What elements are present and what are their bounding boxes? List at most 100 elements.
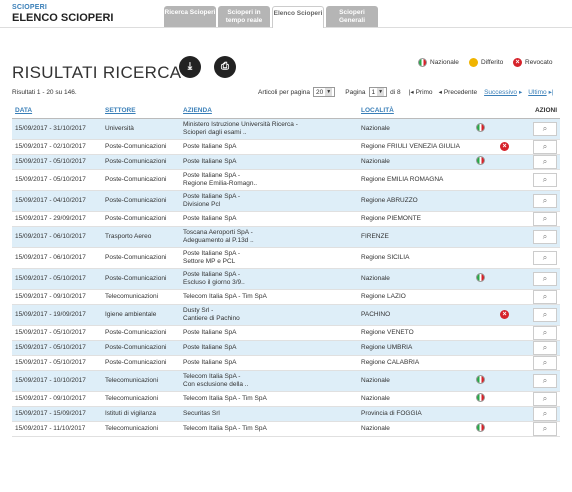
table-row: 15/09/2017 - 15/09/2017 Istituti di vigil… <box>12 406 560 422</box>
cell-data: 15/09/2017 - 11/10/2017 <box>12 421 102 437</box>
column-header-localita[interactable]: LOCALITÀ <box>358 104 470 119</box>
magnifier-icon[interactable]: ⌕ <box>533 406 557 421</box>
magnifier-icon[interactable]: ⌕ <box>533 289 557 304</box>
cell-azioni: ⌕ <box>518 391 560 407</box>
next-icon: ▸ <box>518 89 523 96</box>
export-icon[interactable]: ⤓ <box>179 56 201 78</box>
first-link[interactable]: Primo <box>416 89 433 96</box>
cell-azienda: Poste Italiane SpA - Regione Emilia-Roma… <box>180 169 358 191</box>
cell-flag <box>470 211 494 227</box>
cell-status <box>494 118 518 140</box>
magnifier-icon[interactable]: ⌕ <box>533 373 557 388</box>
cell-status <box>494 406 518 422</box>
cell-azienda: Poste Italiane SpA <box>180 154 358 170</box>
tab-ricerca-scioperi[interactable]: Ricerca Scioperi <box>164 6 216 27</box>
cell-azioni: ⌕ <box>518 118 560 140</box>
cell-settore: Poste-Comunicazioni <box>102 169 180 191</box>
magnifier-icon[interactable]: ⌕ <box>533 340 557 355</box>
cell-localita: PACHINO <box>358 304 470 326</box>
per-page-label: Articoli per pagina <box>258 88 311 96</box>
cell-azienda: Poste Italiane SpA - Divisione Pcl <box>180 190 358 212</box>
last-link[interactable]: Ultimo <box>528 89 546 96</box>
tab-bar: Ricerca Scioperi Scioperi in tempo reale… <box>164 6 378 28</box>
magnifier-icon[interactable]: ⌕ <box>533 121 557 136</box>
tab-scioperi-generali[interactable]: Scioperi Generali <box>326 6 378 27</box>
cell-data: 15/09/2017 - 09/10/2017 <box>12 289 102 305</box>
cell-azienda: Poste Italiane SpA - Escluso il giorno 3… <box>180 268 358 290</box>
cell-status <box>494 355 518 371</box>
cell-flag <box>470 289 494 305</box>
chevron-down-icon: ▼ <box>325 88 333 96</box>
cell-azienda: Ministero Istruzione Università Ricerca … <box>180 118 358 140</box>
next-link[interactable]: Successivo <box>484 89 517 96</box>
cell-localita: Regione CALABRIA <box>358 355 470 371</box>
cell-azioni: ⌕ <box>518 406 560 422</box>
cell-flag <box>470 340 494 356</box>
magnifier-icon[interactable]: ⌕ <box>533 271 557 286</box>
magnifier-icon[interactable]: ⌕ <box>533 172 557 187</box>
legend-differito: Differito <box>469 58 503 67</box>
column-header-settore[interactable]: SETTORE <box>102 104 180 119</box>
print-icon[interactable]: ⎙ <box>214 56 236 78</box>
cell-flag <box>470 370 494 392</box>
cell-flag <box>470 304 494 326</box>
cell-data: 15/09/2017 - 10/10/2017 <box>12 370 102 392</box>
magnifier-icon[interactable]: ⌕ <box>533 355 557 370</box>
cell-localita: Nazionale <box>358 421 470 437</box>
cell-data: 15/09/2017 - 19/09/2017 <box>12 304 102 326</box>
cell-azioni: ⌕ <box>518 226 560 248</box>
cell-flag <box>470 118 494 140</box>
cell-azienda: Securitas Srl <box>180 406 358 422</box>
magnifier-icon[interactable]: ⌕ <box>533 229 557 244</box>
cell-data: 15/09/2017 - 04/10/2017 <box>12 190 102 212</box>
magnifier-icon[interactable]: ⌕ <box>533 307 557 322</box>
cell-settore: Telecomunicazioni <box>102 421 180 437</box>
cell-azienda: Poste Italiane SpA <box>180 355 358 371</box>
page-label: Pagina <box>345 88 366 96</box>
magnifier-icon[interactable]: ⌕ <box>533 193 557 208</box>
cell-flag <box>470 406 494 422</box>
tab-elenco-scioperi[interactable]: Elenco Scioperi <box>272 6 324 28</box>
flag-icon <box>476 123 485 132</box>
per-page-select[interactable]: 20 ▼ <box>313 87 336 97</box>
cell-data: 15/09/2017 - 02/10/2017 <box>12 139 102 155</box>
cell-azioni: ⌕ <box>518 268 560 290</box>
cell-data: 15/09/2017 - 15/09/2017 <box>12 406 102 422</box>
magnifier-icon[interactable]: ⌕ <box>533 421 557 436</box>
revocato-icon: × <box>500 142 509 151</box>
table-row: 15/09/2017 - 06/10/2017 Poste-Comunicazio… <box>12 247 560 269</box>
page-select[interactable]: 1 ▼ <box>368 87 388 97</box>
prev-link[interactable]: Precedente <box>444 89 477 96</box>
cell-azioni: ⌕ <box>518 340 560 356</box>
column-header-data[interactable]: DATA <box>12 104 102 119</box>
flag-icon <box>476 273 485 282</box>
magnifier-icon[interactable]: ⌕ <box>533 154 557 169</box>
cell-azienda: Poste Italiane SpA - Settore MP e PCL <box>180 247 358 269</box>
flag-icon <box>476 423 485 432</box>
cell-settore: Poste-Comunicazioni <box>102 154 180 170</box>
cell-flag <box>470 169 494 191</box>
cell-flag <box>470 247 494 269</box>
cell-azioni: ⌕ <box>518 289 560 305</box>
column-header-status <box>494 104 518 119</box>
cell-azioni: ⌕ <box>518 154 560 170</box>
page-count: di 8 <box>390 88 401 96</box>
cell-settore: Igiene ambientale <box>102 304 180 326</box>
magnifier-icon[interactable]: ⌕ <box>533 250 557 265</box>
cell-data: 15/09/2017 - 05/10/2017 <box>12 268 102 290</box>
cell-status <box>494 190 518 212</box>
page-heading: ELENCO SCIOPERI <box>12 12 114 24</box>
cell-settore: Poste-Comunicazioni <box>102 340 180 356</box>
magnifier-icon[interactable]: ⌕ <box>533 391 557 406</box>
cell-flag <box>470 226 494 248</box>
magnifier-icon[interactable]: ⌕ <box>533 139 557 154</box>
tab-scioperi-tempo-reale[interactable]: Scioperi in tempo reale <box>218 6 270 27</box>
cell-status <box>494 289 518 305</box>
cell-localita: Nazionale <box>358 370 470 392</box>
magnifier-icon[interactable]: ⌕ <box>533 211 557 226</box>
cell-status <box>494 421 518 437</box>
last-icon: ▸| <box>548 89 554 96</box>
magnifier-icon[interactable]: ⌕ <box>533 325 557 340</box>
column-header-azienda[interactable]: AZIENDA <box>180 104 358 119</box>
cell-localita: Regione EMILIA ROMAGNA <box>358 169 470 191</box>
